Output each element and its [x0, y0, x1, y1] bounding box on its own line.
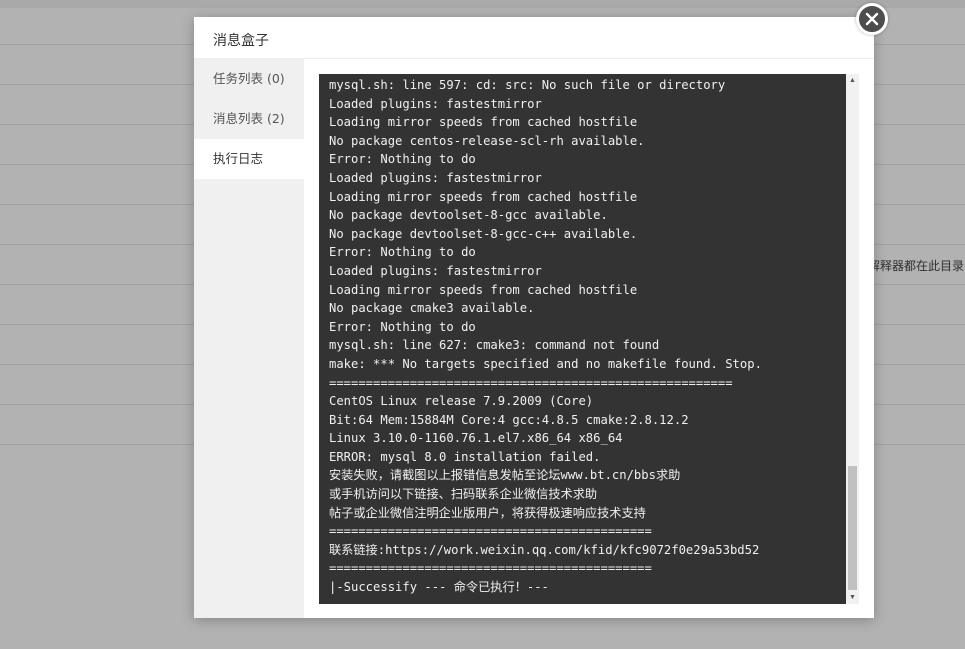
scroll-down-arrow-icon[interactable]: ▼	[846, 591, 859, 604]
log-line: 联系链接:https://work.weixin.qq.com/kfid/kfc…	[329, 542, 760, 557]
scroll-up-arrow-icon[interactable]: ▲	[846, 74, 859, 87]
log-line: No package devtoolset-8-gcc-c++ availabl…	[329, 226, 638, 241]
modal-sidebar: 任务列表 (0) 消息列表 (2) 执行日志	[194, 59, 304, 618]
log-line: mysql.sh: line 597: cd: src: No such fil…	[329, 78, 726, 92]
log-text: mysql.sh: line 597: cd: src: No such fil…	[329, 76, 844, 597]
log-line: No package centos-release-scl-rh availab…	[329, 133, 645, 148]
log-line: ========================================…	[329, 561, 652, 576]
log-content-panel: mysql.sh: line 597: cd: src: No such fil…	[304, 59, 874, 618]
log-line: No package devtoolset-8-gcc available.	[329, 208, 608, 223]
scrollbar-thumb[interactable]	[848, 466, 857, 590]
log-line: |-Successify --- 命令已执行！---	[329, 580, 549, 595]
execution-log-terminal[interactable]: mysql.sh: line 597: cd: src: No such fil…	[319, 74, 859, 604]
sidebar-item-execution-log[interactable]: 执行日志	[194, 139, 304, 179]
log-line: CentOS Linux release 7.9.2009 (Core)	[329, 394, 594, 409]
log-line: make: *** No targets specified and no ma…	[329, 356, 762, 371]
modal-header: 消息盒子	[194, 17, 874, 59]
log-line: Loading mirror speeds from cached hostfi…	[329, 115, 638, 130]
log-line: Error: Nothing to do	[329, 245, 476, 260]
log-line: Error: Nothing to do	[329, 152, 476, 167]
log-line: Loading mirror speeds from cached hostfi…	[329, 282, 638, 297]
log-line: Error: Nothing to do	[329, 319, 476, 334]
log-line: Loaded plugins: fastestmirror	[329, 170, 542, 185]
log-line: Linux 3.10.0-1160.76.1.el7.x86_64 x86_64	[329, 431, 623, 446]
log-line: mysql.sh: line 627: cmake3: command not …	[329, 338, 660, 353]
log-line: ========================================…	[329, 524, 652, 539]
log-line: Bit:64 Mem:15884M Core:4 gcc:4.8.5 cmake…	[329, 412, 689, 427]
sidebar-item-message-list[interactable]: 消息列表 (2)	[194, 99, 304, 139]
log-line: ========================================…	[329, 375, 733, 390]
log-line: 安装失败，请截图以上报错信息发帖至论坛www.bt.cn/bbs求助	[329, 468, 681, 483]
log-line: Loading mirror speeds from cached hostfi…	[329, 189, 638, 204]
log-line: 或手机访问以下链接、扫码联系企业微信技术求助	[329, 487, 598, 502]
log-line: No package cmake3 available.	[329, 301, 535, 316]
close-button[interactable]	[856, 3, 888, 35]
log-line: Loaded plugins: fastestmirror	[329, 96, 542, 111]
message-box-modal: 消息盒子 任务列表 (0) 消息列表 (2) 执行日志 mysql.sh: li…	[194, 17, 874, 618]
close-icon	[865, 12, 879, 26]
modal-title: 消息盒子	[213, 33, 269, 49]
modal-body: 任务列表 (0) 消息列表 (2) 执行日志 mysql.sh: line 59…	[194, 59, 874, 618]
log-line: Loaded plugins: fastestmirror	[329, 263, 542, 278]
log-line: 帖子或企业微信注明企业版用户，将获得极速响应技术支持	[329, 505, 646, 520]
sidebar-item-task-list[interactable]: 任务列表 (0)	[194, 59, 304, 99]
terminal-scrollbar[interactable]: ▲ ▼	[846, 74, 859, 604]
log-line: ERROR: mysql 8.0 installation failed.	[329, 449, 601, 464]
